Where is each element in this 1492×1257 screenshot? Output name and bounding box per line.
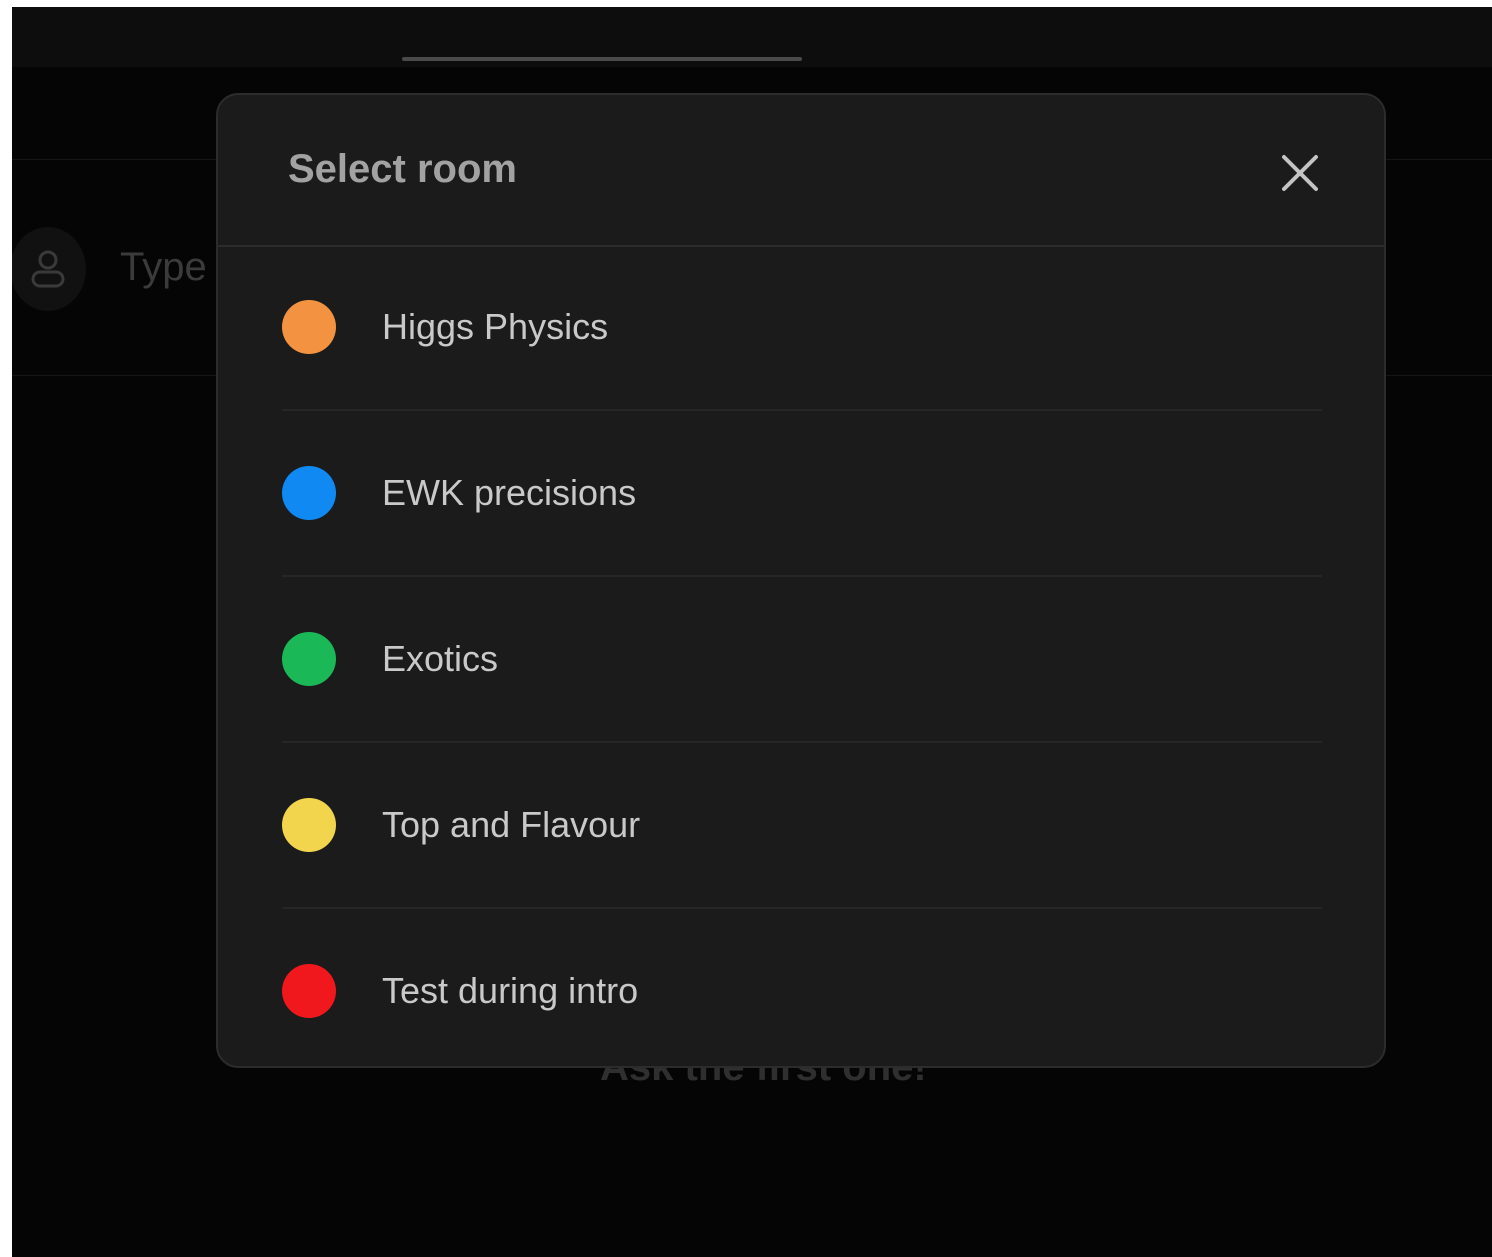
room-label: EWK precisions <box>382 472 637 513</box>
room-label: Exotics <box>382 638 499 679</box>
modal-header: Select room <box>218 95 1384 247</box>
user-avatar <box>12 227 86 311</box>
room-color-dot <box>282 964 336 1018</box>
app-frame: Type Ask the first one! Select room Higg… <box>12 7 1492 1257</box>
room-item-ewk-precisions[interactable]: EWK precisions <box>282 411 1322 577</box>
question-input[interactable]: Type <box>120 245 207 290</box>
close-button[interactable] <box>1278 151 1322 195</box>
select-room-modal: Select room Higgs Physics EWK precisions… <box>216 93 1386 1068</box>
room-item-top-and-flavour[interactable]: Top and Flavour <box>282 743 1322 909</box>
room-item-higgs-physics[interactable]: Higgs Physics <box>282 245 1322 411</box>
room-color-dot <box>282 300 336 354</box>
close-icon <box>1282 155 1318 191</box>
room-list: Higgs Physics EWK precisions Exotics Top… <box>282 245 1322 1066</box>
room-label: Test during intro <box>382 970 639 1011</box>
user-icon <box>31 250 65 288</box>
room-label: Top and Flavour <box>382 804 641 845</box>
room-color-dot <box>282 798 336 852</box>
room-item-test-during-intro[interactable]: Test during intro <box>282 909 1322 1066</box>
room-color-dot <box>282 466 336 520</box>
room-item-exotics[interactable]: Exotics <box>282 577 1322 743</box>
modal-title: Select room <box>288 147 517 191</box>
room-color-dot <box>282 632 336 686</box>
room-label: Higgs Physics <box>382 306 609 347</box>
active-tab-indicator <box>402 57 802 61</box>
top-tab-bar <box>12 7 1492 67</box>
